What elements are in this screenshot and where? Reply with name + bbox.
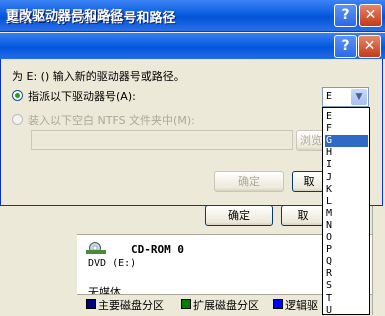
drive-letter-option[interactable]: H [325, 147, 368, 159]
drive-letter-option[interactable]: Q [325, 256, 368, 268]
dialog-title: 更改驱动器号和路径 [6, 9, 124, 24]
assign-letter-radio[interactable] [12, 90, 23, 101]
drive-letter-option[interactable]: J [325, 172, 368, 184]
dialog-ok-button[interactable]: 确定 [214, 171, 284, 192]
dialog-titlebar [0, 33, 385, 59]
drive-letter-list[interactable]: EFGHIJKLMNOPQRSTU [322, 107, 370, 315]
drive-letter-option[interactable]: L [325, 196, 368, 208]
drive-letter-option[interactable]: G [325, 135, 368, 148]
drive-letter-option[interactable]: U [325, 305, 368, 314]
back-close-button[interactable]: ✕ [359, 4, 382, 27]
back-ok-button[interactable]: 确定 [205, 205, 273, 226]
mount-folder-label: 装入以下空白 NTFS 文件夹中(M): [28, 114, 195, 127]
disk-sub-label: DVD (E:) [88, 258, 137, 269]
drive-letter-option[interactable]: T [325, 293, 368, 305]
cdrom-icon [86, 242, 106, 254]
drive-letter-option[interactable]: O [325, 232, 368, 244]
drive-letter-option[interactable]: F [325, 123, 368, 135]
drive-letter-select[interactable]: E ▼ [322, 87, 369, 107]
legend-primary-swatch [86, 299, 96, 309]
chevron-down-icon[interactable]: ▼ [351, 89, 367, 105]
disk-label: CD-ROM 0 [131, 243, 184, 256]
drive-letter-option[interactable]: S [325, 280, 368, 292]
drive-letter-option[interactable]: P [325, 244, 368, 256]
legend-primary-label: 主要磁盘分区 [98, 299, 164, 312]
drive-letter-option[interactable]: I [325, 159, 368, 171]
drive-letter-option[interactable]: R [325, 268, 368, 280]
back-cancel-button[interactable]: 取 [281, 205, 325, 226]
drive-letter-option[interactable]: E [325, 111, 368, 123]
legend-extended-label: 扩展磁盘分区 [193, 299, 259, 312]
drive-letter-option[interactable]: M [325, 208, 368, 220]
folder-path-input[interactable] [31, 130, 293, 150]
legend-logical-swatch [273, 299, 283, 309]
dialog-cancel-button[interactable]: 取 [292, 171, 326, 192]
drive-letter-option[interactable]: K [325, 184, 368, 196]
drive-letter-option[interactable]: N [325, 220, 368, 232]
legend-extended-swatch [181, 299, 191, 309]
dialog-close-button[interactable]: ✕ [358, 35, 381, 58]
assign-letter-label: 指派以下驱动器号(A): [28, 90, 136, 103]
dialog-instruction: 为 E: () 输入新的驱动器号或路径。 [12, 70, 185, 83]
mount-folder-radio[interactable] [12, 114, 23, 125]
back-help-button[interactable]: ? [334, 4, 357, 27]
drive-letter-value: E [326, 91, 333, 102]
legend-logical-label: 逻辑驱 [285, 299, 318, 312]
dialog-help-button[interactable]: ? [334, 35, 357, 58]
